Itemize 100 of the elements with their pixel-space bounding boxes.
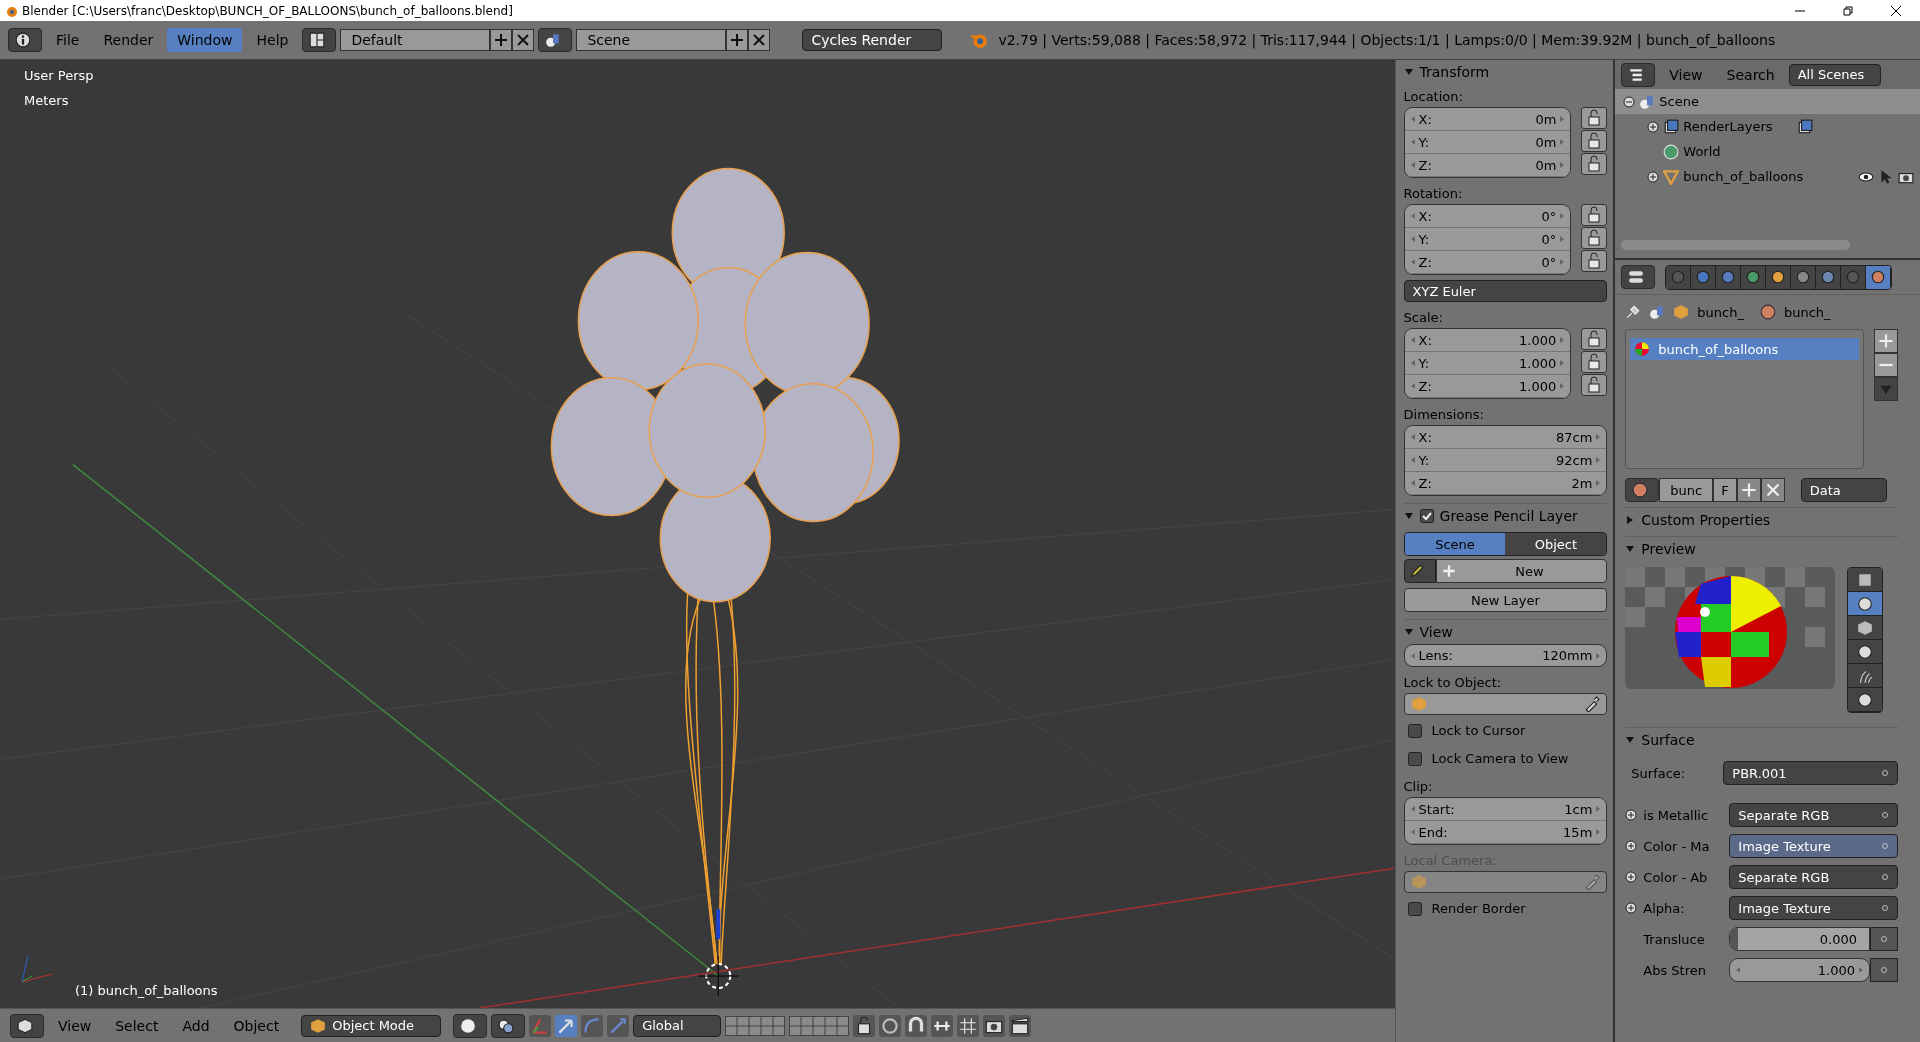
tree-item[interactable]: World bbox=[1683, 144, 1721, 159]
menu-item[interactable]: Select bbox=[105, 1013, 169, 1038]
properties-tab[interactable] bbox=[1816, 265, 1842, 289]
close-icon[interactable] bbox=[1760, 478, 1785, 502]
preview-shape-button[interactable] bbox=[1848, 688, 1883, 712]
number-field[interactable]: Start: 1cm bbox=[1404, 798, 1607, 821]
properties-tab[interactable] bbox=[1741, 265, 1767, 289]
checkbox[interactable] bbox=[1407, 723, 1422, 738]
lock-icon[interactable] bbox=[1581, 153, 1608, 175]
pivot-button[interactable] bbox=[491, 1013, 526, 1038]
add-icon[interactable] bbox=[1874, 329, 1898, 353]
number-field[interactable]: Y: 92cm bbox=[1404, 449, 1607, 472]
number-field[interactable]: Y: 0° bbox=[1404, 228, 1571, 251]
breadcrumb-item[interactable]: bunch_ bbox=[1697, 304, 1744, 320]
input-link-field[interactable]: Separate RGB bbox=[1729, 865, 1898, 889]
layout-field[interactable]: Default bbox=[340, 29, 491, 51]
panel-header[interactable]: Transform bbox=[1403, 60, 1608, 84]
lock-icon[interactable] bbox=[853, 1014, 876, 1037]
rotation-mode-dropdown[interactable]: XYZ Euler bbox=[1403, 280, 1608, 302]
properties-tab[interactable] bbox=[1866, 265, 1892, 289]
material-slot[interactable]: bunch_of_balloons bbox=[1630, 338, 1859, 360]
panel-header[interactable]: Grease Pencil Layer bbox=[1403, 503, 1608, 528]
preview-shape-button[interactable] bbox=[1848, 592, 1883, 616]
close-icon[interactable] bbox=[1890, 4, 1902, 17]
tree-item[interactable]: bunch_of_balloons bbox=[1683, 169, 1804, 184]
slider[interactable]: 0.000 bbox=[1729, 927, 1870, 951]
new-button[interactable]: New bbox=[1435, 559, 1608, 583]
properties-tab[interactable] bbox=[1766, 265, 1792, 289]
number-field[interactable]: Y: 0m bbox=[1404, 131, 1571, 154]
close-icon[interactable] bbox=[748, 29, 771, 51]
number-field[interactable]: X: 1.000 bbox=[1404, 329, 1571, 352]
number-field[interactable]: X: 0° bbox=[1404, 205, 1571, 228]
panel-header[interactable]: Preview bbox=[1625, 536, 1898, 561]
panel-header[interactable]: Surface bbox=[1625, 727, 1898, 752]
input-link-field[interactable]: Image Texture bbox=[1729, 834, 1898, 858]
lock-icon[interactable] bbox=[1581, 250, 1608, 272]
menu-item[interactable]: Render bbox=[93, 28, 164, 52]
breadcrumb-item[interactable]: bunch_ bbox=[1783, 304, 1831, 320]
lock-icon[interactable] bbox=[1581, 351, 1608, 373]
number-field[interactable]: Z: 0m bbox=[1404, 154, 1571, 177]
display-mode-dropdown[interactable]: All Scenes bbox=[1788, 63, 1881, 86]
input-link-field[interactable]: Separate RGB bbox=[1729, 803, 1898, 827]
magnet-icon[interactable] bbox=[905, 1014, 928, 1037]
expand-toggle-icon[interactable] bbox=[1625, 902, 1638, 914]
expand-toggle-icon[interactable] bbox=[1623, 95, 1636, 108]
expand-toggle-icon[interactable] bbox=[1625, 840, 1638, 852]
editor-type-button[interactable] bbox=[1621, 265, 1656, 289]
preview-shape-button[interactable] bbox=[1848, 568, 1883, 592]
properties-tab[interactable] bbox=[1691, 265, 1717, 289]
add-icon[interactable] bbox=[1736, 478, 1761, 502]
lock-icon[interactable] bbox=[1581, 328, 1608, 350]
menu-item[interactable]: Search bbox=[1716, 62, 1785, 87]
number-field[interactable]: X: 0m bbox=[1404, 108, 1571, 131]
object-field[interactable] bbox=[1403, 693, 1608, 715]
source-tab[interactable]: Scene bbox=[1404, 533, 1506, 555]
close-icon[interactable] bbox=[512, 29, 535, 51]
editor-type-button[interactable] bbox=[1621, 62, 1656, 87]
properties-tab[interactable] bbox=[1791, 265, 1817, 289]
shading-button[interactable] bbox=[453, 1013, 488, 1038]
layers-grid-icon[interactable] bbox=[725, 1015, 786, 1036]
lens-field[interactable]: Lens: 120mm bbox=[1403, 644, 1608, 667]
new-layer-button[interactable]: New Layer bbox=[1403, 588, 1608, 612]
material-browse-button[interactable] bbox=[1625, 478, 1660, 502]
lock-icon[interactable] bbox=[1581, 374, 1608, 396]
scene-field[interactable]: Scene bbox=[576, 29, 727, 51]
source-tab[interactable]: Object bbox=[1505, 533, 1607, 555]
properties-tab[interactable] bbox=[1716, 265, 1742, 289]
orientation-dropdown[interactable]: Global bbox=[633, 1014, 722, 1037]
render-engine-dropdown[interactable]: Cycles Render bbox=[802, 29, 943, 51]
scene-button[interactable] bbox=[538, 28, 573, 52]
restore-icon[interactable] bbox=[1842, 4, 1854, 17]
menu-item[interactable]: File bbox=[46, 28, 90, 52]
expand-toggle-icon[interactable] bbox=[1625, 871, 1638, 883]
number-field[interactable]: Z: 0° bbox=[1404, 251, 1571, 274]
add-icon[interactable] bbox=[490, 29, 513, 51]
pin-icon[interactable] bbox=[1625, 304, 1642, 320]
number-field[interactable]: Y: 1.000 bbox=[1404, 352, 1571, 375]
number-field[interactable]: X: 87cm bbox=[1404, 426, 1607, 449]
shader-field[interactable]: PBR.001 bbox=[1723, 761, 1898, 785]
lock-icon[interactable] bbox=[1581, 227, 1608, 249]
scrollbar[interactable] bbox=[1621, 240, 1850, 250]
lock-icon[interactable] bbox=[1581, 130, 1608, 152]
fake-user-button[interactable]: F bbox=[1713, 478, 1737, 502]
pencil-dropdown[interactable] bbox=[1403, 559, 1436, 583]
number-field[interactable]: End: 15m bbox=[1404, 821, 1607, 844]
link-dropdown[interactable]: Data bbox=[1800, 478, 1887, 502]
number-field[interactable]: Z: 2m bbox=[1404, 472, 1607, 495]
menu-item[interactable]: Help bbox=[246, 28, 299, 52]
menu-item[interactable]: View bbox=[48, 1013, 102, 1038]
socket-button[interactable] bbox=[1870, 927, 1898, 951]
editor-type-button[interactable] bbox=[8, 28, 42, 52]
tree-item[interactable]: Scene bbox=[1659, 94, 1699, 109]
add-icon[interactable] bbox=[726, 29, 749, 51]
number-field[interactable]: 1.000 bbox=[1729, 958, 1870, 982]
input-link-field[interactable]: Image Texture bbox=[1729, 896, 1898, 920]
menu-item[interactable]: View bbox=[1659, 62, 1713, 87]
menu-item[interactable]: Object bbox=[223, 1013, 290, 1038]
menu-item[interactable]: Window bbox=[167, 28, 243, 52]
checkbox[interactable] bbox=[1419, 509, 1434, 523]
checkbox[interactable] bbox=[1407, 901, 1422, 916]
